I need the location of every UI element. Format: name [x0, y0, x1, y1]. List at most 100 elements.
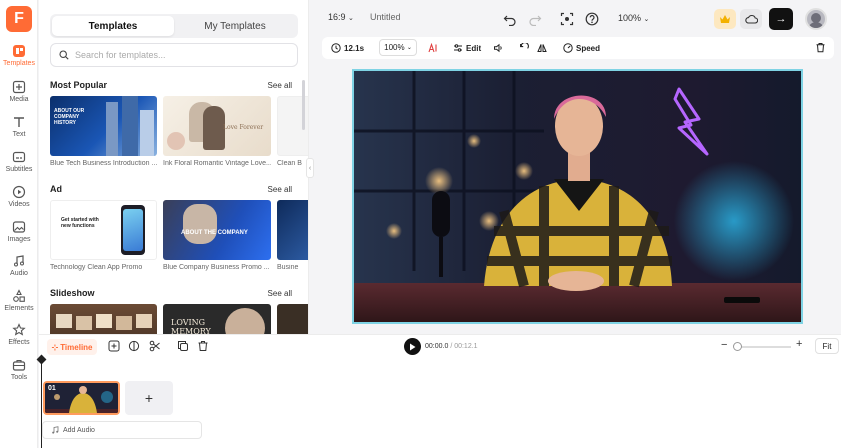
- rail-label: Audio: [10, 270, 28, 277]
- video-canvas[interactable]: [352, 69, 803, 324]
- search-icon: [59, 50, 69, 60]
- rail-item-text[interactable]: Text: [0, 115, 38, 149]
- template-thumb[interactable]: Get started with new functions: [50, 200, 157, 260]
- zoom-out-button[interactable]: −: [721, 339, 727, 351]
- avatar[interactable]: [805, 8, 827, 30]
- add-audio-button[interactable]: Add Audio: [42, 421, 202, 439]
- rail-item-subtitles[interactable]: Subtitles: [0, 150, 38, 184]
- duration-value: 12.1s: [344, 43, 365, 53]
- template-thumb[interactable]: Love Forever: [163, 96, 271, 156]
- search-input[interactable]: [75, 50, 285, 60]
- add-track-icon[interactable]: [108, 340, 120, 352]
- duration-control[interactable]: 12.1s: [331, 41, 364, 55]
- see-all-slideshow[interactable]: See all: [268, 289, 292, 298]
- speed-button[interactable]: Speed: [563, 41, 600, 55]
- effects-icon: [12, 323, 26, 336]
- fit-button[interactable]: Fit: [815, 338, 839, 354]
- rail-item-audio[interactable]: Audio: [0, 254, 38, 288]
- zoom-in-button[interactable]: +: [796, 338, 802, 350]
- arrow-right-icon: →: [775, 13, 787, 25]
- rotate-button[interactable]: [519, 41, 532, 55]
- rail-item-effects[interactable]: Effects: [0, 323, 38, 357]
- template-thumb[interactable]: ABOUT THE COMPANY: [163, 200, 271, 260]
- template-thumb[interactable]: [277, 304, 308, 334]
- play-button[interactable]: [404, 338, 421, 355]
- playhead-handle[interactable]: [36, 354, 47, 365]
- rail-label: Videos: [8, 201, 30, 208]
- timeline-toggle-button[interactable]: ⊹ Timeline: [47, 339, 97, 355]
- template-caption: Clean B: [277, 160, 302, 167]
- help-icon[interactable]: [585, 12, 599, 26]
- add-clip-button[interactable]: +: [125, 381, 173, 415]
- image-icon: [12, 221, 26, 233]
- plus-square-icon: [12, 80, 26, 94]
- clip-thumbnail: [45, 383, 118, 413]
- timeline-panel: ⊹ Timeline 00:00.0 / 00:12.1 − + Fit 01 …: [36, 334, 841, 448]
- upgrade-button[interactable]: [714, 9, 736, 29]
- tab-my-templates[interactable]: My Templates: [174, 16, 296, 36]
- thumb-text: Get started with new functions: [61, 217, 99, 229]
- music-icon: [14, 255, 24, 267]
- export-button[interactable]: →: [769, 8, 793, 30]
- ai-tool-button[interactable]: [428, 41, 441, 55]
- template-thumb[interactable]: [50, 304, 157, 334]
- rail-item-templates[interactable]: Templates: [0, 44, 38, 78]
- template-thumb[interactable]: ABOUT OUR COMPANY HISTORY: [50, 96, 157, 156]
- rail-label: Elements: [4, 305, 34, 312]
- collapse-panel-button[interactable]: ‹: [306, 158, 314, 178]
- cloud-save-button[interactable]: [740, 9, 762, 29]
- thumb-text: ABOUT OUR COMPANY HISTORY: [54, 108, 85, 126]
- zoom-value: 100%: [618, 13, 642, 23]
- edit-toolbar: 12.1s 100% ⌄ Edit Speed: [322, 37, 834, 59]
- cloud-icon: [744, 14, 758, 24]
- template-thumb[interactable]: LOVING MEMORY: [163, 304, 271, 334]
- timeline-zoom-track[interactable]: [737, 346, 791, 348]
- chevron-down-icon: ⌄: [348, 15, 354, 22]
- rail-item-images[interactable]: Images: [0, 220, 38, 254]
- timeline-zoom-slider[interactable]: [733, 342, 742, 351]
- tab-templates[interactable]: Templates: [52, 16, 174, 36]
- edit-button[interactable]: Edit: [453, 41, 481, 55]
- project-title[interactable]: Untitled: [370, 12, 401, 22]
- scale-select[interactable]: 100% ⌄: [379, 39, 417, 56]
- panel-tabs: Templates My Templates: [50, 14, 298, 38]
- section-title-most-popular: Most Popular: [50, 80, 108, 90]
- templates-panel: Templates My Templates Most Popular See …: [39, 0, 309, 334]
- chevron-down-icon: ⌄: [643, 16, 650, 23]
- preview-icon[interactable]: [560, 12, 574, 26]
- undo-icon[interactable]: [503, 12, 517, 26]
- template-caption: Blue Tech Business Introduction ...: [50, 160, 157, 167]
- see-all-most-popular[interactable]: See all: [268, 81, 292, 90]
- edit-label: Edit: [466, 43, 482, 53]
- rail-item-videos[interactable]: Videos: [0, 185, 38, 219]
- rail-label: Media: [9, 96, 29, 103]
- split-icon[interactable]: [128, 340, 140, 352]
- scissors-icon[interactable]: [149, 340, 161, 352]
- play-icon: [410, 343, 416, 350]
- see-all-ad[interactable]: See all: [268, 185, 292, 194]
- flip-button[interactable]: [537, 41, 550, 55]
- section-title-ad: Ad: [50, 184, 62, 194]
- app-logo[interactable]: F: [6, 6, 32, 32]
- volume-button[interactable]: [493, 41, 506, 55]
- rail-item-elements[interactable]: Elements: [0, 289, 38, 323]
- elements-icon: [13, 289, 25, 302]
- template-thumb[interactable]: [277, 200, 308, 260]
- redo-icon[interactable]: [528, 12, 542, 26]
- template-caption: Busine: [277, 264, 299, 271]
- duplicate-icon[interactable]: [177, 340, 189, 352]
- rail-item-tools[interactable]: Tools: [0, 358, 38, 392]
- video-clip[interactable]: 01: [43, 381, 120, 415]
- timeline-label: Timeline: [60, 342, 93, 352]
- rail-label: Effects: [8, 339, 30, 346]
- plus-icon: +: [144, 390, 154, 406]
- panel-scrollbar[interactable]: [302, 80, 305, 130]
- zoom-select[interactable]: 100% ⌄: [618, 13, 649, 23]
- thumb-text: Love Forever: [223, 124, 264, 131]
- trash-icon[interactable]: [197, 340, 209, 352]
- rail-item-media[interactable]: Media: [0, 80, 38, 114]
- trash-icon[interactable]: [815, 42, 826, 53]
- aspect-ratio-select[interactable]: 16:9 ⌄: [328, 12, 354, 22]
- time-display: 00:00.0 / 00:12.1: [425, 343, 478, 350]
- tools-icon: [12, 359, 26, 371]
